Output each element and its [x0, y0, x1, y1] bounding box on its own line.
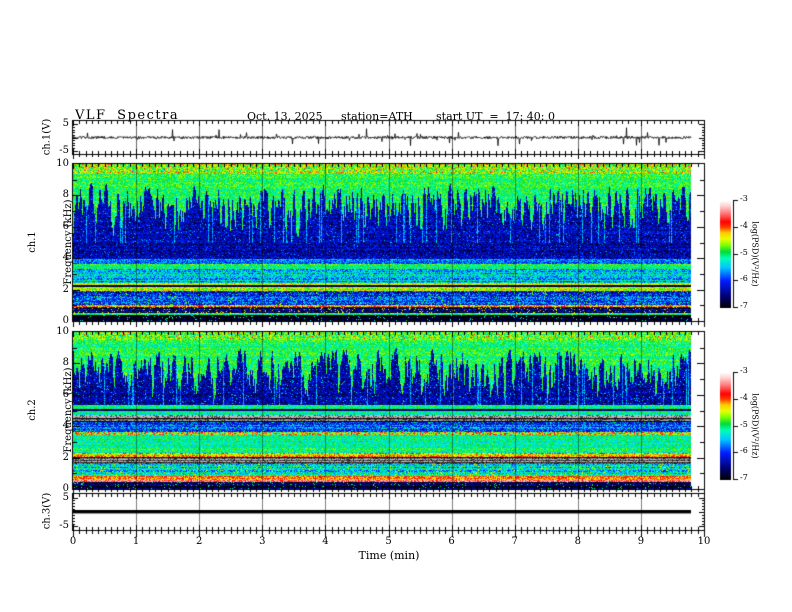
vlf-spectra-plot-canvas [0, 0, 792, 612]
vlf-spectra-figure: VLF Spectra Oct. 13, 2025 station=ATH st… [0, 0, 792, 612]
